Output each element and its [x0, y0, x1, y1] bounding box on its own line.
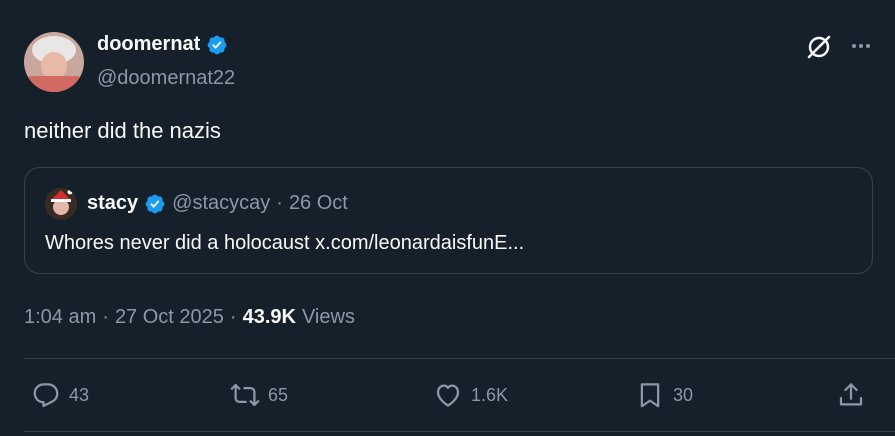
- separator-dot: ·: [276, 192, 283, 214]
- like-button[interactable]: 1.6K: [433, 380, 508, 410]
- views-label: Views: [301, 306, 355, 328]
- tweet-time[interactable]: 1:04 am: [24, 306, 96, 329]
- quoted-display-name[interactable]: stacy: [87, 192, 138, 215]
- author-display-name[interactable]: doomernat: [97, 33, 200, 56]
- reply-icon: [33, 383, 59, 408]
- verified-badge-icon: [145, 194, 165, 213]
- divider: [24, 431, 895, 432]
- quoted-author-avatar[interactable]: [45, 188, 77, 220]
- divider: [24, 358, 895, 359]
- tweet-date[interactable]: 27 Oct 2025: [115, 306, 224, 329]
- separator-dot: ·: [102, 306, 109, 328]
- like-count: 1.6K: [471, 384, 509, 405]
- bookmark-count: 30: [673, 384, 694, 405]
- quoted-handle[interactable]: @stacycay: [172, 192, 270, 215]
- views-count[interactable]: 43.9K: [243, 306, 296, 329]
- reply-count: 43: [69, 384, 90, 405]
- grok-icon[interactable]: [805, 33, 833, 61]
- like-icon: [436, 384, 460, 407]
- separator-dot: ·: [229, 306, 237, 328]
- tweet-text: neither did the nazis: [24, 118, 221, 143]
- bookmark-button[interactable]: 30: [635, 380, 693, 410]
- share-button[interactable]: [836, 380, 866, 410]
- repost-count: 65: [268, 384, 289, 405]
- quoted-tweet-card[interactable]: stacy @stacycay · 26 Oct Whores never di…: [24, 167, 873, 274]
- verified-badge-icon: [207, 35, 227, 54]
- quoted-date[interactable]: 26 Oct: [289, 192, 348, 215]
- bookmark-icon: [640, 383, 660, 408]
- repost-icon: [230, 383, 260, 407]
- share-icon: [839, 383, 863, 406]
- more-icon[interactable]: [849, 36, 873, 56]
- author-handle[interactable]: @doomernat22: [97, 67, 235, 90]
- tweet-metadata: 1:04 am · 27 Oct 2025 · 43.9K Views: [24, 306, 355, 329]
- quoted-tweet-text: Whores never did a holocaust x.com/leona…: [45, 232, 525, 254]
- reply-button[interactable]: 43: [31, 380, 89, 410]
- repost-button[interactable]: 65: [230, 380, 288, 410]
- author-avatar[interactable]: [24, 32, 84, 92]
